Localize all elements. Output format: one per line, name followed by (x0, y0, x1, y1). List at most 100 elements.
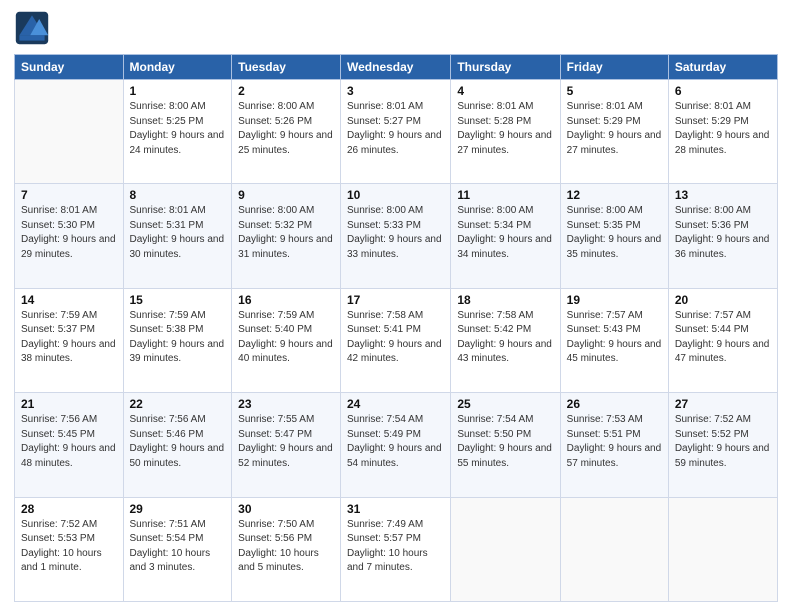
day-number: 17 (347, 293, 444, 307)
calendar-cell: 6 Sunrise: 8:01 AMSunset: 5:29 PMDayligh… (668, 80, 777, 184)
calendar-cell: 21 Sunrise: 7:56 AMSunset: 5:45 PMDaylig… (15, 393, 124, 497)
day-number: 5 (567, 84, 662, 98)
day-number: 16 (238, 293, 334, 307)
day-info: Sunrise: 7:50 AMSunset: 5:56 PMDaylight:… (238, 519, 319, 574)
header-day-thursday: Thursday (451, 55, 560, 80)
day-info: Sunrise: 8:00 AMSunset: 5:25 PMDaylight:… (130, 101, 225, 156)
calendar-cell (668, 497, 777, 601)
calendar-cell: 4 Sunrise: 8:01 AMSunset: 5:28 PMDayligh… (451, 80, 560, 184)
day-number: 30 (238, 502, 334, 516)
page: SundayMondayTuesdayWednesdayThursdayFrid… (0, 0, 792, 612)
calendar-cell (451, 497, 560, 601)
calendar-cell: 10 Sunrise: 8:00 AMSunset: 5:33 PMDaylig… (341, 184, 451, 288)
week-row-2: 14 Sunrise: 7:59 AMSunset: 5:37 PMDaylig… (15, 288, 778, 392)
day-info: Sunrise: 7:58 AMSunset: 5:41 PMDaylight:… (347, 310, 442, 365)
day-info: Sunrise: 8:01 AMSunset: 5:31 PMDaylight:… (130, 205, 225, 260)
week-row-4: 28 Sunrise: 7:52 AMSunset: 5:53 PMDaylig… (15, 497, 778, 601)
day-info: Sunrise: 7:58 AMSunset: 5:42 PMDaylight:… (457, 310, 552, 365)
logo-icon (14, 10, 50, 46)
calendar-cell: 13 Sunrise: 8:00 AMSunset: 5:36 PMDaylig… (668, 184, 777, 288)
day-info: Sunrise: 8:00 AMSunset: 5:35 PMDaylight:… (567, 205, 662, 260)
day-number: 11 (457, 188, 553, 202)
calendar-cell (560, 497, 668, 601)
calendar-cell: 18 Sunrise: 7:58 AMSunset: 5:42 PMDaylig… (451, 288, 560, 392)
day-number: 3 (347, 84, 444, 98)
calendar-cell: 27 Sunrise: 7:52 AMSunset: 5:52 PMDaylig… (668, 393, 777, 497)
calendar-cell: 31 Sunrise: 7:49 AMSunset: 5:57 PMDaylig… (341, 497, 451, 601)
day-number: 6 (675, 84, 771, 98)
day-number: 25 (457, 397, 553, 411)
calendar-cell: 29 Sunrise: 7:51 AMSunset: 5:54 PMDaylig… (123, 497, 232, 601)
day-number: 8 (130, 188, 226, 202)
header-day-saturday: Saturday (668, 55, 777, 80)
day-info: Sunrise: 7:54 AMSunset: 5:50 PMDaylight:… (457, 414, 552, 469)
day-info: Sunrise: 7:56 AMSunset: 5:46 PMDaylight:… (130, 414, 225, 469)
calendar-cell: 26 Sunrise: 7:53 AMSunset: 5:51 PMDaylig… (560, 393, 668, 497)
day-number: 22 (130, 397, 226, 411)
day-info: Sunrise: 8:01 AMSunset: 5:28 PMDaylight:… (457, 101, 552, 156)
day-info: Sunrise: 7:53 AMSunset: 5:51 PMDaylight:… (567, 414, 662, 469)
header-day-monday: Monday (123, 55, 232, 80)
calendar-cell: 20 Sunrise: 7:57 AMSunset: 5:44 PMDaylig… (668, 288, 777, 392)
day-number: 29 (130, 502, 226, 516)
day-number: 2 (238, 84, 334, 98)
day-number: 15 (130, 293, 226, 307)
day-info: Sunrise: 7:57 AMSunset: 5:43 PMDaylight:… (567, 310, 662, 365)
header-day-tuesday: Tuesday (232, 55, 341, 80)
day-number: 9 (238, 188, 334, 202)
day-info: Sunrise: 7:57 AMSunset: 5:44 PMDaylight:… (675, 310, 770, 365)
calendar-table: SundayMondayTuesdayWednesdayThursdayFrid… (14, 54, 778, 602)
day-number: 12 (567, 188, 662, 202)
day-number: 28 (21, 502, 117, 516)
calendar-cell: 17 Sunrise: 7:58 AMSunset: 5:41 PMDaylig… (341, 288, 451, 392)
calendar-cell: 11 Sunrise: 8:00 AMSunset: 5:34 PMDaylig… (451, 184, 560, 288)
day-number: 13 (675, 188, 771, 202)
day-info: Sunrise: 8:00 AMSunset: 5:26 PMDaylight:… (238, 101, 333, 156)
calendar-cell: 25 Sunrise: 7:54 AMSunset: 5:50 PMDaylig… (451, 393, 560, 497)
calendar-cell: 19 Sunrise: 7:57 AMSunset: 5:43 PMDaylig… (560, 288, 668, 392)
day-info: Sunrise: 7:52 AMSunset: 5:52 PMDaylight:… (675, 414, 770, 469)
day-number: 19 (567, 293, 662, 307)
week-row-1: 7 Sunrise: 8:01 AMSunset: 5:30 PMDayligh… (15, 184, 778, 288)
header-day-friday: Friday (560, 55, 668, 80)
calendar-cell: 16 Sunrise: 7:59 AMSunset: 5:40 PMDaylig… (232, 288, 341, 392)
calendar-cell: 12 Sunrise: 8:00 AMSunset: 5:35 PMDaylig… (560, 184, 668, 288)
day-number: 31 (347, 502, 444, 516)
calendar-cell: 15 Sunrise: 7:59 AMSunset: 5:38 PMDaylig… (123, 288, 232, 392)
day-number: 10 (347, 188, 444, 202)
day-number: 7 (21, 188, 117, 202)
day-info: Sunrise: 7:52 AMSunset: 5:53 PMDaylight:… (21, 519, 102, 574)
day-number: 20 (675, 293, 771, 307)
calendar-cell: 24 Sunrise: 7:54 AMSunset: 5:49 PMDaylig… (341, 393, 451, 497)
header-row: SundayMondayTuesdayWednesdayThursdayFrid… (15, 55, 778, 80)
week-row-3: 21 Sunrise: 7:56 AMSunset: 5:45 PMDaylig… (15, 393, 778, 497)
calendar-cell: 7 Sunrise: 8:01 AMSunset: 5:30 PMDayligh… (15, 184, 124, 288)
day-number: 24 (347, 397, 444, 411)
day-number: 26 (567, 397, 662, 411)
day-info: Sunrise: 8:00 AMSunset: 5:34 PMDaylight:… (457, 205, 552, 260)
day-number: 1 (130, 84, 226, 98)
day-info: Sunrise: 7:55 AMSunset: 5:47 PMDaylight:… (238, 414, 333, 469)
header-day-sunday: Sunday (15, 55, 124, 80)
day-info: Sunrise: 8:01 AMSunset: 5:27 PMDaylight:… (347, 101, 442, 156)
week-row-0: 1 Sunrise: 8:00 AMSunset: 5:25 PMDayligh… (15, 80, 778, 184)
day-info: Sunrise: 7:59 AMSunset: 5:38 PMDaylight:… (130, 310, 225, 365)
day-number: 18 (457, 293, 553, 307)
calendar-cell (15, 80, 124, 184)
day-info: Sunrise: 7:49 AMSunset: 5:57 PMDaylight:… (347, 519, 428, 574)
day-info: Sunrise: 8:00 AMSunset: 5:33 PMDaylight:… (347, 205, 442, 260)
header (14, 10, 778, 46)
calendar-cell: 3 Sunrise: 8:01 AMSunset: 5:27 PMDayligh… (341, 80, 451, 184)
calendar-cell: 28 Sunrise: 7:52 AMSunset: 5:53 PMDaylig… (15, 497, 124, 601)
calendar-cell: 9 Sunrise: 8:00 AMSunset: 5:32 PMDayligh… (232, 184, 341, 288)
day-info: Sunrise: 7:56 AMSunset: 5:45 PMDaylight:… (21, 414, 116, 469)
day-info: Sunrise: 8:00 AMSunset: 5:32 PMDaylight:… (238, 205, 333, 260)
calendar-cell: 14 Sunrise: 7:59 AMSunset: 5:37 PMDaylig… (15, 288, 124, 392)
calendar-cell: 22 Sunrise: 7:56 AMSunset: 5:46 PMDaylig… (123, 393, 232, 497)
calendar-cell: 1 Sunrise: 8:00 AMSunset: 5:25 PMDayligh… (123, 80, 232, 184)
day-info: Sunrise: 7:51 AMSunset: 5:54 PMDaylight:… (130, 519, 211, 574)
calendar-cell: 2 Sunrise: 8:00 AMSunset: 5:26 PMDayligh… (232, 80, 341, 184)
day-info: Sunrise: 8:00 AMSunset: 5:36 PMDaylight:… (675, 205, 770, 260)
day-info: Sunrise: 7:59 AMSunset: 5:40 PMDaylight:… (238, 310, 333, 365)
day-number: 23 (238, 397, 334, 411)
